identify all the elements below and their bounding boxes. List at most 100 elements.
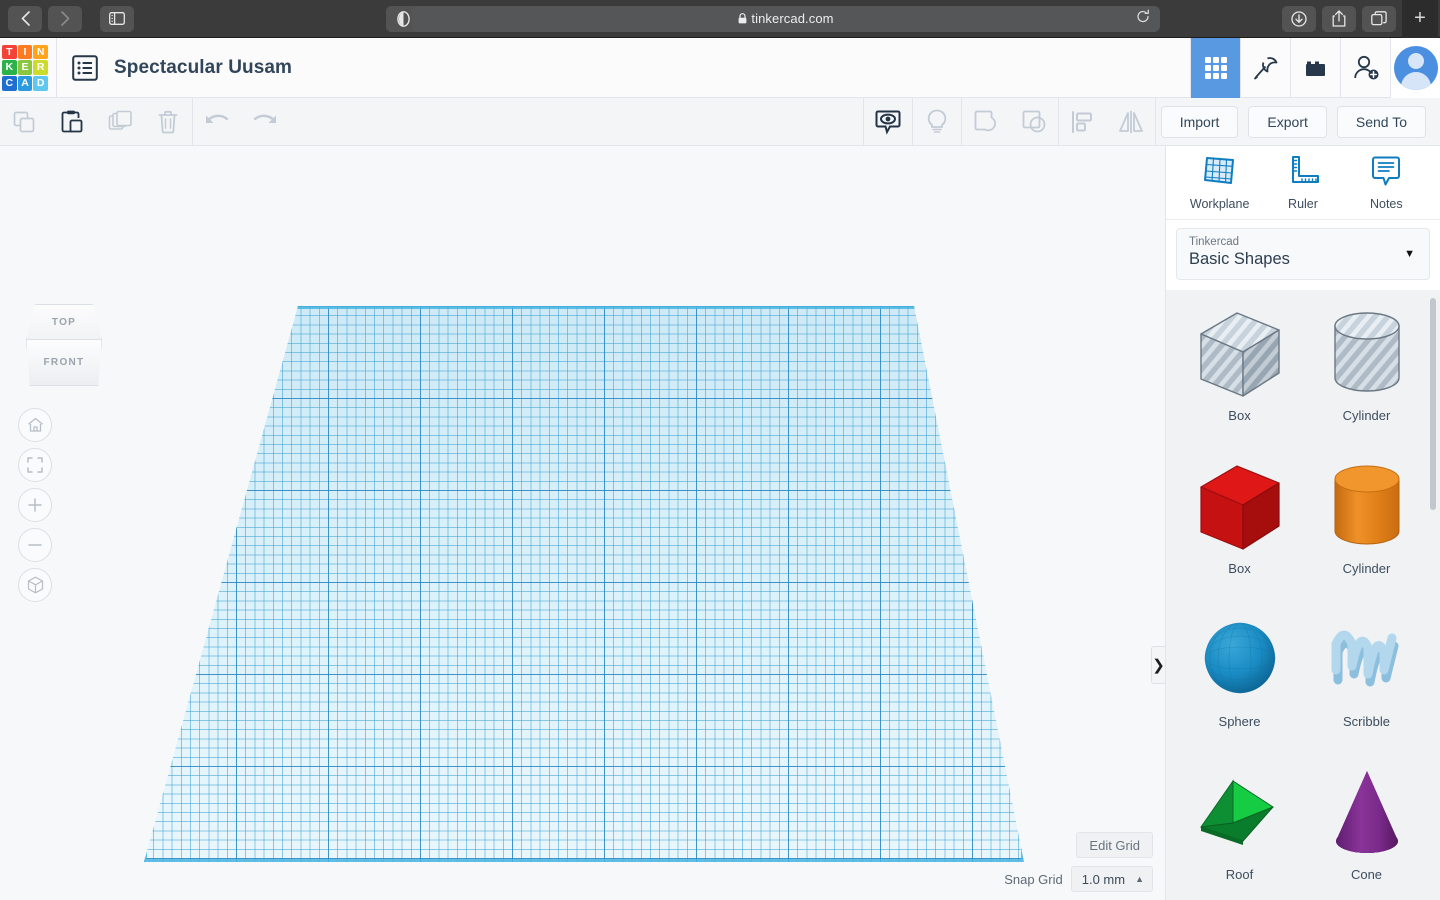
- light-icon[interactable]: [913, 98, 961, 146]
- project-list-icon[interactable]: [70, 53, 100, 83]
- snap-grid-row: Snap Grid 1.0 mm ▲: [1004, 866, 1153, 892]
- scribble-thumbnail: [1317, 608, 1417, 712]
- shape-label: Box: [1228, 561, 1251, 576]
- page-title: Spectacular Uusam: [114, 56, 293, 78]
- browser-forward-button[interactable]: [48, 5, 82, 32]
- logo-tile-6: C: [2, 75, 17, 91]
- shape-item-sphere[interactable]: Sphere: [1176, 602, 1303, 755]
- view-cube-top-face[interactable]: TOP: [26, 304, 102, 340]
- chevron-up-icon: ▲: [1135, 874, 1144, 884]
- shape-list-scrollbar[interactable]: [1430, 294, 1438, 896]
- browser-toolbar: tinkercad.com +: [0, 0, 1440, 38]
- ruler-tool[interactable]: Ruler: [1267, 154, 1339, 211]
- snap-grid-value: 1.0 mm: [1081, 871, 1126, 887]
- view-cube[interactable]: TOP FRONT: [26, 304, 102, 386]
- shape-label: Roof: [1225, 867, 1254, 882]
- cone-thumbnail: [1317, 761, 1417, 865]
- logo-tile-0: T: [2, 44, 17, 60]
- browser-back-button[interactable]: [8, 5, 42, 32]
- new-tab-button[interactable]: +: [1402, 0, 1438, 38]
- view-controls: [18, 408, 52, 602]
- copy-icon[interactable]: [0, 98, 48, 146]
- tinkercad-logo[interactable]: T I N K E R C A D: [2, 44, 48, 91]
- undo-icon[interactable]: [193, 98, 241, 146]
- toolbar-divider-6: [1155, 97, 1156, 146]
- view-cube-front-label: FRONT: [43, 357, 85, 368]
- right-panel: Workplane Ruler Notes Tinkercad Basic Sh…: [1165, 146, 1440, 900]
- shape-label: Sphere: [1218, 714, 1261, 729]
- show-hide-icon[interactable]: [864, 98, 912, 146]
- perspective-toggle-icon[interactable]: [18, 568, 52, 602]
- roof-thumbnail: [1190, 761, 1290, 865]
- edit-grid-button[interactable]: Edit Grid: [1076, 832, 1153, 858]
- sidebar-toggle-button[interactable]: [100, 5, 134, 32]
- send-to-button[interactable]: Send To: [1336, 106, 1426, 138]
- url-hostname: tinkercad.com: [751, 11, 834, 26]
- shape-label: Scribble: [1343, 714, 1390, 729]
- address-bar-text: tinkercad.com: [738, 11, 834, 26]
- 3d-canvas[interactable]: Workplane TOP FRONT: [0, 146, 1165, 900]
- avatar[interactable]: [1393, 46, 1438, 90]
- reload-button[interactable]: [1136, 9, 1150, 28]
- paste-icon[interactable]: [48, 98, 96, 146]
- shape-item-cylinder[interactable]: Cylinder: [1303, 449, 1430, 602]
- shape-item-roof[interactable]: Roof: [1176, 755, 1303, 900]
- logo-tile-7: A: [17, 75, 33, 91]
- import-button[interactable]: Import: [1160, 106, 1239, 138]
- workplane-tool[interactable]: Workplane: [1184, 154, 1256, 211]
- delete-icon[interactable]: [144, 98, 192, 146]
- main-area: Workplane TOP FRONT: [0, 146, 1440, 900]
- logo-tile-1: I: [17, 44, 33, 60]
- shape-grid: Box Cylinder Box Cylinder Sphere Scribbl…: [1166, 290, 1440, 900]
- ungroup-icon[interactable]: [1010, 98, 1058, 146]
- shape-list[interactable]: Box Cylinder Box Cylinder Sphere Scribbl…: [1166, 290, 1440, 900]
- shape-list-scrollbar-thumb[interactable]: [1430, 298, 1436, 510]
- shape-item-scribble[interactable]: Scribble: [1303, 602, 1430, 755]
- hole-box-thumbnail: [1190, 302, 1290, 406]
- redo-icon[interactable]: [241, 98, 289, 146]
- address-bar[interactable]: tinkercad.com: [412, 5, 1160, 32]
- panel-collapse-handle[interactable]: ❯: [1151, 646, 1165, 684]
- home-view-icon[interactable]: [18, 408, 52, 442]
- notes-tool-label: Notes: [1369, 197, 1403, 211]
- view-cube-front-face[interactable]: FRONT: [26, 340, 102, 386]
- duplicate-icon[interactable]: [96, 98, 144, 146]
- cylinder-thumbnail: [1317, 455, 1417, 559]
- shape-item-hole-box[interactable]: Box: [1176, 296, 1303, 449]
- pickaxe-icon[interactable]: [1240, 38, 1290, 98]
- shape-label: Cylinder: [1342, 408, 1391, 423]
- add-user-icon[interactable]: [1340, 38, 1390, 98]
- logo-tile-8: D: [33, 75, 48, 91]
- box-thumbnail: [1190, 455, 1290, 559]
- shape-library-value: Basic Shapes: [1189, 250, 1290, 268]
- panel-tools: Workplane Ruler Notes: [1166, 146, 1440, 220]
- edit-toolbar: Import Export Send To: [0, 97, 1440, 146]
- snap-grid-select[interactable]: 1.0 mm ▲: [1070, 866, 1153, 892]
- chevron-down-icon: ▼: [1404, 248, 1415, 260]
- tab-overview-button[interactable]: [1362, 5, 1396, 32]
- shape-library-selector[interactable]: Tinkercad Basic Shapes ▼: [1176, 228, 1430, 280]
- lego-brick-icon[interactable]: [1290, 38, 1340, 98]
- shape-item-box[interactable]: Box: [1176, 449, 1303, 602]
- shape-item-hole-cylinder[interactable]: Cylinder: [1303, 296, 1430, 449]
- align-icon[interactable]: [1059, 98, 1107, 146]
- zoom-out-icon[interactable]: [18, 528, 52, 562]
- group-icon[interactable]: [962, 98, 1010, 146]
- downloads-button[interactable]: [1282, 5, 1316, 32]
- fit-to-view-icon[interactable]: [18, 448, 52, 482]
- zoom-in-icon[interactable]: [18, 488, 52, 522]
- avatar-cell[interactable]: [1390, 38, 1440, 98]
- export-button[interactable]: Export: [1248, 106, 1327, 138]
- shape-label: Box: [1228, 408, 1251, 423]
- mirror-icon[interactable]: [1107, 98, 1155, 146]
- workplane-tool-label: Workplane: [1189, 197, 1250, 211]
- sphere-thumbnail: [1190, 608, 1290, 712]
- notes-tool[interactable]: Notes: [1350, 154, 1422, 211]
- shape-library-selector-wrap: Tinkercad Basic Shapes ▼: [1166, 220, 1440, 290]
- shape-label: Cone: [1350, 867, 1383, 882]
- share-button[interactable]: [1322, 5, 1356, 32]
- shape-item-cone[interactable]: Cone: [1303, 755, 1430, 900]
- grid-gallery-icon[interactable]: [1190, 38, 1240, 98]
- notes-icon: [1369, 154, 1403, 193]
- ruler-tool-label: Ruler: [1288, 197, 1318, 211]
